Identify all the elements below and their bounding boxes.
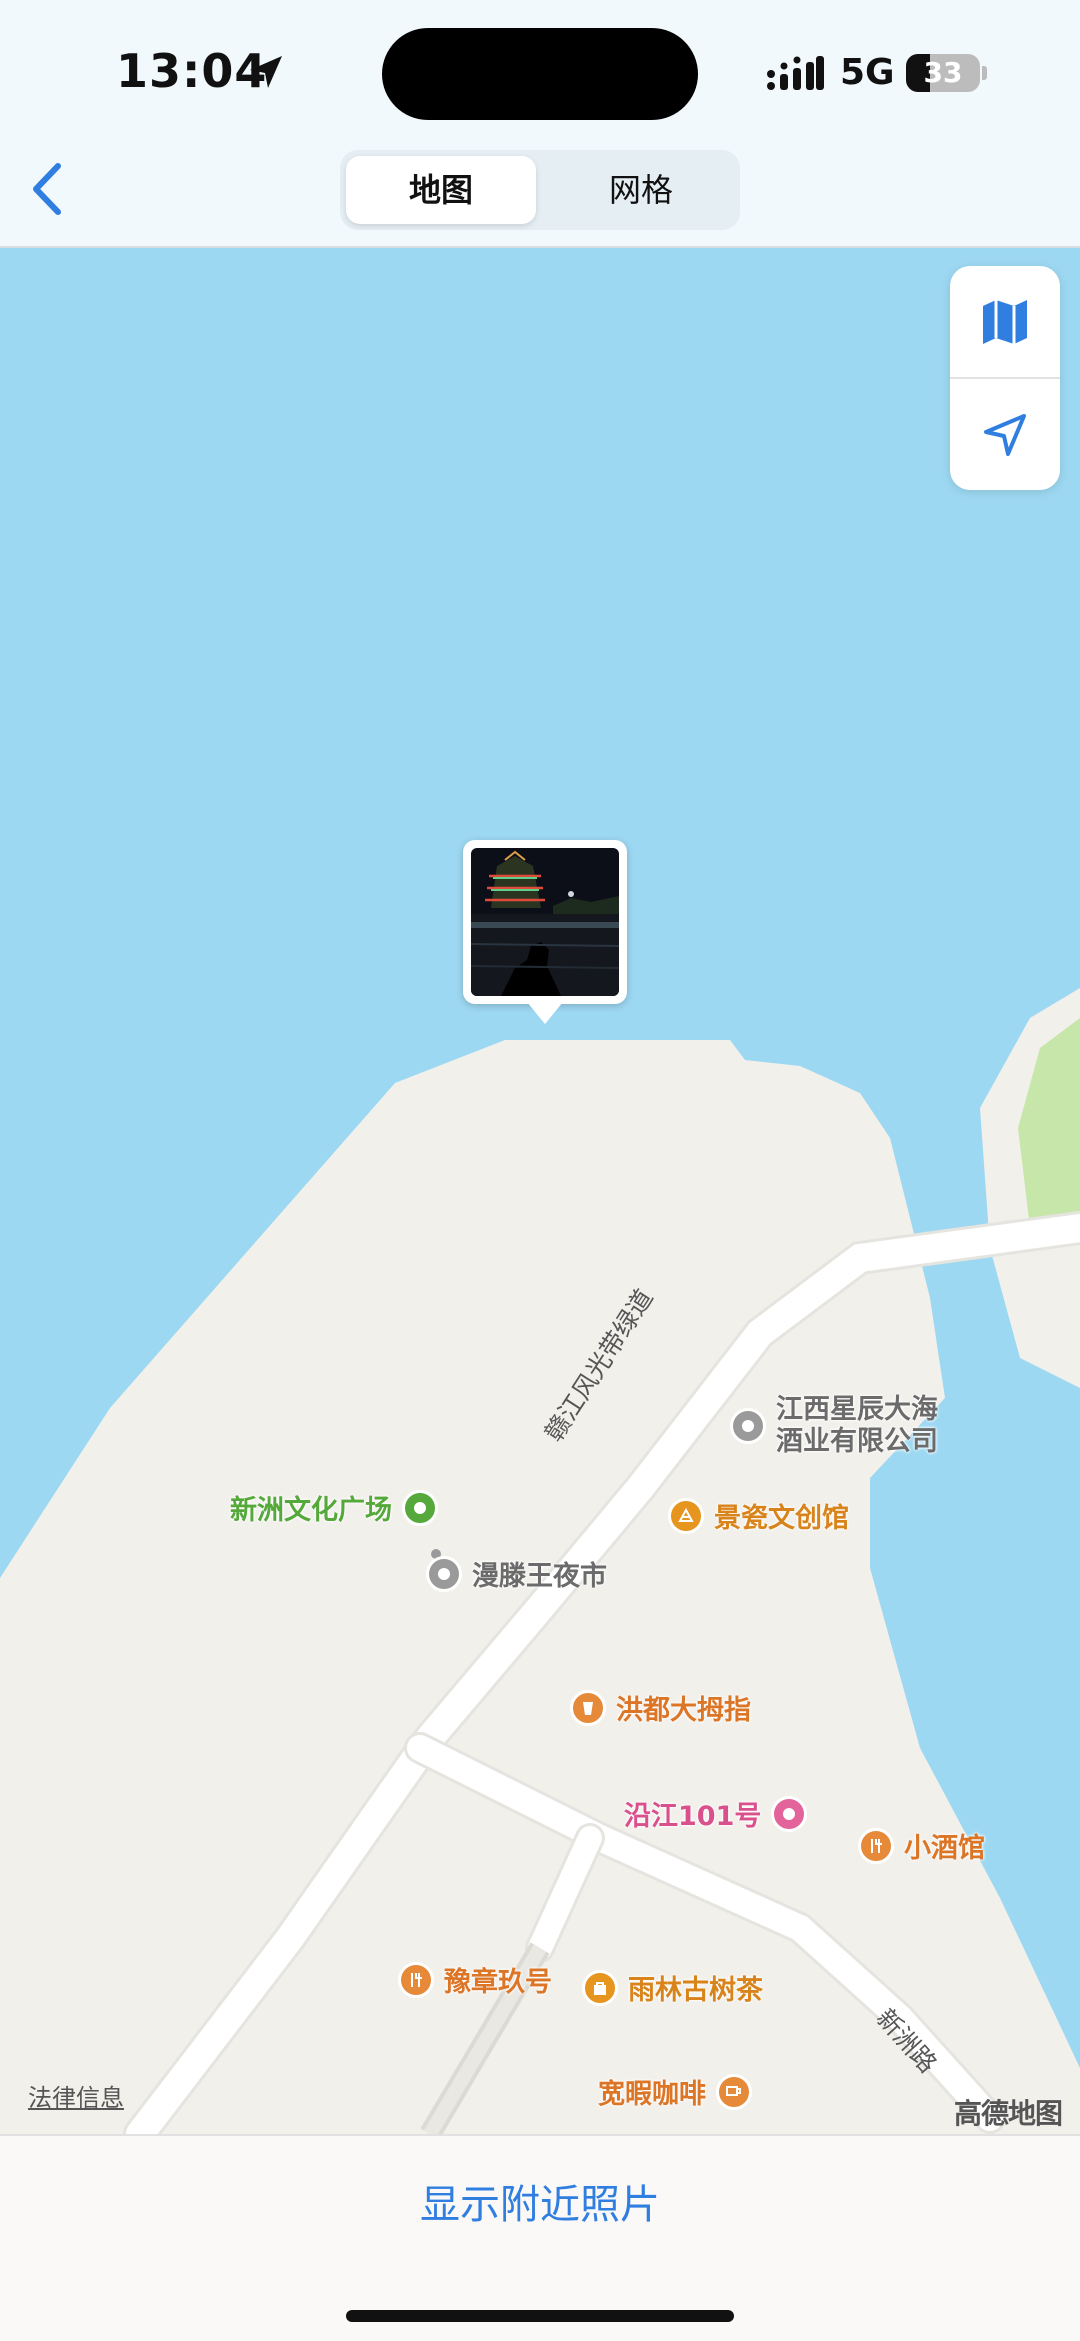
photo-thumbnail-pin[interactable] — [463, 840, 627, 1024]
map-view[interactable]: 赣江风光带绿道 新洲路 新洲文化广场 漫滕王夜市 江西星辰大海 酒业有限公司 景… — [0, 248, 1080, 2134]
poi-jingci-museum[interactable]: 景瓷文创馆 — [668, 1496, 849, 1535]
photos-map-screen: 13:04 5G 33 地图 网格 赣江风光带绿道 新洲路 新洲文化广场 漫滕王… — [0, 0, 1080, 2341]
home-indicator — [346, 2310, 734, 2322]
poi-night-market[interactable]: 漫滕王夜市 — [426, 1554, 607, 1593]
museum-icon — [668, 1497, 704, 1534]
cellular-signal-icon — [767, 56, 824, 90]
back-button[interactable] — [22, 158, 74, 220]
poi-yanjiang-101[interactable]: 沿江101号 — [624, 1794, 808, 1833]
map-icon — [983, 299, 1027, 344]
show-nearby-photos-button[interactable]: 显示附近照片 — [0, 2172, 1080, 2230]
map-style-button[interactable] — [950, 266, 1060, 377]
drink-icon — [570, 1689, 606, 1726]
dynamic-island — [382, 28, 698, 120]
location-services-icon — [250, 56, 282, 88]
restaurant-icon — [398, 1961, 434, 1998]
poi-label: 漫滕王夜市 — [472, 1561, 607, 1592]
poi-small-tavern[interactable]: 小酒馆 — [858, 1826, 985, 1865]
poi-label: 景瓷文创馆 — [714, 1503, 849, 1534]
poi-marker-icon — [402, 1489, 438, 1526]
battery-icon: 33 — [906, 54, 987, 92]
restaurant-icon — [858, 1827, 894, 1864]
tab-grid[interactable]: 网格 — [546, 156, 736, 224]
poi-hongdu-thumb[interactable]: 洪都大拇指 — [570, 1688, 751, 1727]
status-time: 13:04 — [116, 44, 268, 98]
coffee-icon — [716, 2073, 752, 2110]
poi-label: 沿江101号 — [624, 1801, 762, 1832]
top-bar: 13:04 5G 33 地图 网格 — [0, 0, 1080, 248]
poi-label-line1: 江西星辰大海 — [776, 1394, 938, 1425]
poi-yuzhang-9[interactable]: 豫章玖号 — [398, 1960, 552, 1999]
poi-label-multiline: 江西星辰大海 酒业有限公司 — [776, 1394, 938, 1458]
battery-level: 33 — [923, 56, 963, 89]
poi-jiangxi-wine-company[interactable]: 江西星辰大海 酒业有限公司 — [730, 1394, 938, 1458]
poi-rainforest-tea[interactable]: 雨林古树茶 — [582, 1968, 763, 2007]
current-location-button[interactable] — [950, 379, 1060, 490]
poi-label: 豫章玖号 — [444, 1967, 552, 1998]
tab-map[interactable]: 地图 — [346, 156, 536, 224]
poi-label: 宽暇咖啡 — [598, 2079, 706, 2110]
map-provider-logo: 高德地图 — [954, 2097, 1063, 2130]
legal-info-link[interactable]: 法律信息 — [28, 2078, 124, 2113]
poi-label: 小酒馆 — [904, 1833, 985, 1864]
poi-label: 雨林古树茶 — [628, 1975, 763, 2006]
map-controls — [950, 266, 1060, 490]
shopping-bag-icon — [582, 1969, 618, 2006]
photo-thumbnail — [471, 848, 619, 996]
network-type: 5G — [840, 52, 895, 93]
poi-marker-icon — [771, 1795, 808, 1832]
bottom-panel: 显示附近照片 — [0, 2134, 1080, 2341]
poi-label: 新洲文化广场 — [230, 1495, 392, 1526]
poi-marker-icon — [730, 1408, 766, 1444]
location-arrow-icon — [984, 413, 1026, 456]
poi-kuanxia-coffee[interactable]: 宽暇咖啡 — [598, 2072, 752, 2111]
poi-label: 洪都大拇指 — [616, 1695, 751, 1726]
poi-label-line2: 酒业有限公司 — [776, 1426, 938, 1457]
poi-marker-icon — [426, 1555, 462, 1592]
poi-xinzhou-culture-square[interactable]: 新洲文化广场 — [230, 1488, 438, 1527]
view-mode-segmented-control: 地图 网格 — [340, 150, 740, 230]
